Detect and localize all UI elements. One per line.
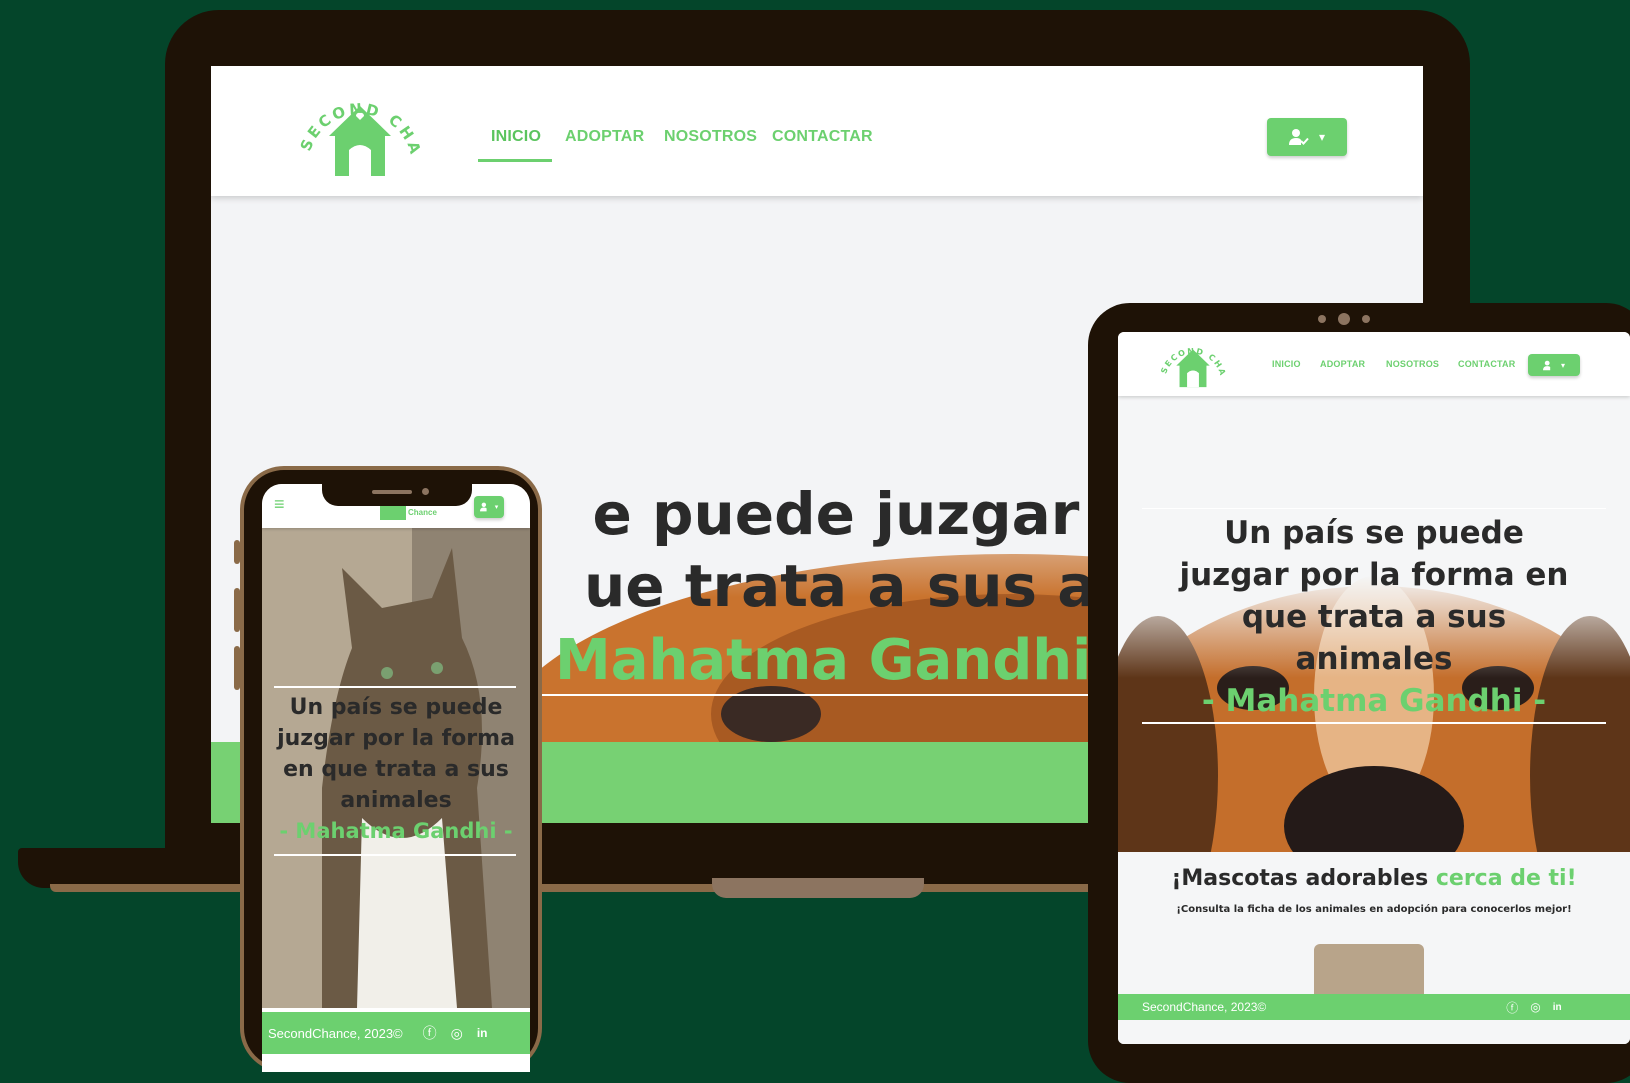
phone-camera xyxy=(422,488,429,495)
linkedin-icon[interactable]: in xyxy=(1553,1002,1562,1013)
instagram-icon[interactable]: ◎ xyxy=(451,1025,463,1042)
nav-active-underline xyxy=(478,159,552,162)
tablet-camera xyxy=(1338,313,1350,325)
linkedin-icon[interactable]: in xyxy=(477,1026,488,1040)
tablet-sensor xyxy=(1362,315,1370,323)
quote-line: animales xyxy=(1295,641,1453,677)
nav-nosotros[interactable]: NOSOTROS xyxy=(1386,359,1439,369)
chevron-down-icon: ▾ xyxy=(494,504,499,511)
quote-line: juzgar por la forma xyxy=(277,726,515,751)
footer-copyright: SecondChance, 2023© xyxy=(268,1025,403,1041)
quote-line: juzgar por la forma en xyxy=(1179,557,1569,593)
nav-inicio[interactable]: INICIO xyxy=(491,128,541,146)
laptop-base xyxy=(18,848,1128,888)
tablet-sensor xyxy=(1318,315,1326,323)
quote-divider xyxy=(1142,508,1606,509)
facebook-icon[interactable]: ⓕ xyxy=(423,1023,437,1043)
laptop-base-lip xyxy=(50,884,1150,892)
pets-title-plain: ¡Mascotas adorables xyxy=(1171,866,1436,891)
instagram-icon[interactable]: ◎ xyxy=(1530,1000,1540,1014)
footer-copyright: SecondChance, 2023© xyxy=(1142,1000,1267,1014)
user-menu-button[interactable]: ▾ xyxy=(1528,354,1580,376)
quote-line: Un país se puede xyxy=(1224,515,1524,551)
pets-title: ¡Mascotas adorables cerca de ti! xyxy=(1118,866,1630,891)
hamburger-menu-icon[interactable]: ≡ xyxy=(274,494,285,515)
quote-divider xyxy=(274,686,516,688)
user-check-icon xyxy=(1542,360,1551,370)
user-check-icon xyxy=(1288,129,1309,145)
second-chance-logo[interactable] xyxy=(380,504,406,520)
pets-title-accent: cerca de ti! xyxy=(1435,866,1577,891)
laptop-notch xyxy=(712,878,924,898)
pets-subtitle: ¡Consulta la ficha de los animales en ad… xyxy=(1176,904,1572,915)
tablet-hero-quote: Un país se puede juzgar por la forma en … xyxy=(1118,512,1630,722)
nav-contactar[interactable]: CONTACTAR xyxy=(1458,359,1515,369)
quote-line: que trata a sus xyxy=(1241,599,1507,635)
phone-speaker xyxy=(372,490,412,494)
nav-adoptar[interactable]: ADOPTAR xyxy=(565,128,644,146)
nav-adoptar[interactable]: ADOPTAR xyxy=(1320,359,1365,369)
user-menu-button[interactable]: ▾ xyxy=(474,496,504,518)
facebook-icon[interactable]: ⓕ xyxy=(1506,999,1518,1016)
user-menu-button[interactable]: ▾ xyxy=(1267,118,1347,156)
tablet-screen: SECOND CHANCE INICIO ADOPTAR NOSOTROS CO… xyxy=(1118,332,1630,1044)
phone-hero-quote: Un país se puede juzgar por la forma en … xyxy=(262,692,530,847)
quote-divider xyxy=(1142,722,1606,724)
quote-author: - Mahatma Gandhi - xyxy=(1201,683,1547,719)
quote-line: animales xyxy=(340,788,452,813)
tablet-navbar: SECOND CHANCE INICIO ADOPTAR NOSOTROS CO… xyxy=(1118,332,1630,396)
chevron-down-icon: ▾ xyxy=(1318,130,1326,144)
quote-author: - Mahatma Gandhi - xyxy=(279,819,513,843)
nav-nosotros[interactable]: NOSOTROS xyxy=(664,128,757,146)
quote-line: en que trata a sus xyxy=(283,757,509,782)
phone-notch xyxy=(322,484,472,506)
phone-screen: ≡ Chance ▾ Un país se puede juzgar por l… xyxy=(262,484,530,1072)
second-chance-logo[interactable]: SECOND CHANCE xyxy=(1158,336,1228,392)
second-chance-logo[interactable]: SECOND CHANCE xyxy=(295,84,425,182)
top-navbar: SECOND CHANCE INICIO ADOPTAR NOSOTROS CO… xyxy=(211,66,1423,196)
nav-inicio[interactable]: INICIO xyxy=(1272,359,1301,369)
tablet-footer: SecondChance, 2023© ⓕ ◎ in xyxy=(1118,994,1630,1020)
chevron-down-icon: ▾ xyxy=(1560,360,1565,370)
quote-line: Un país se puede xyxy=(289,695,503,720)
nav-contactar[interactable]: CONTACTAR xyxy=(772,128,873,146)
phone-footer: SecondChance, 2023© ⓕ ◎ in xyxy=(262,1012,530,1054)
logo-text: Chance xyxy=(408,508,437,517)
user-check-icon xyxy=(479,502,487,512)
quote-divider xyxy=(274,854,516,856)
